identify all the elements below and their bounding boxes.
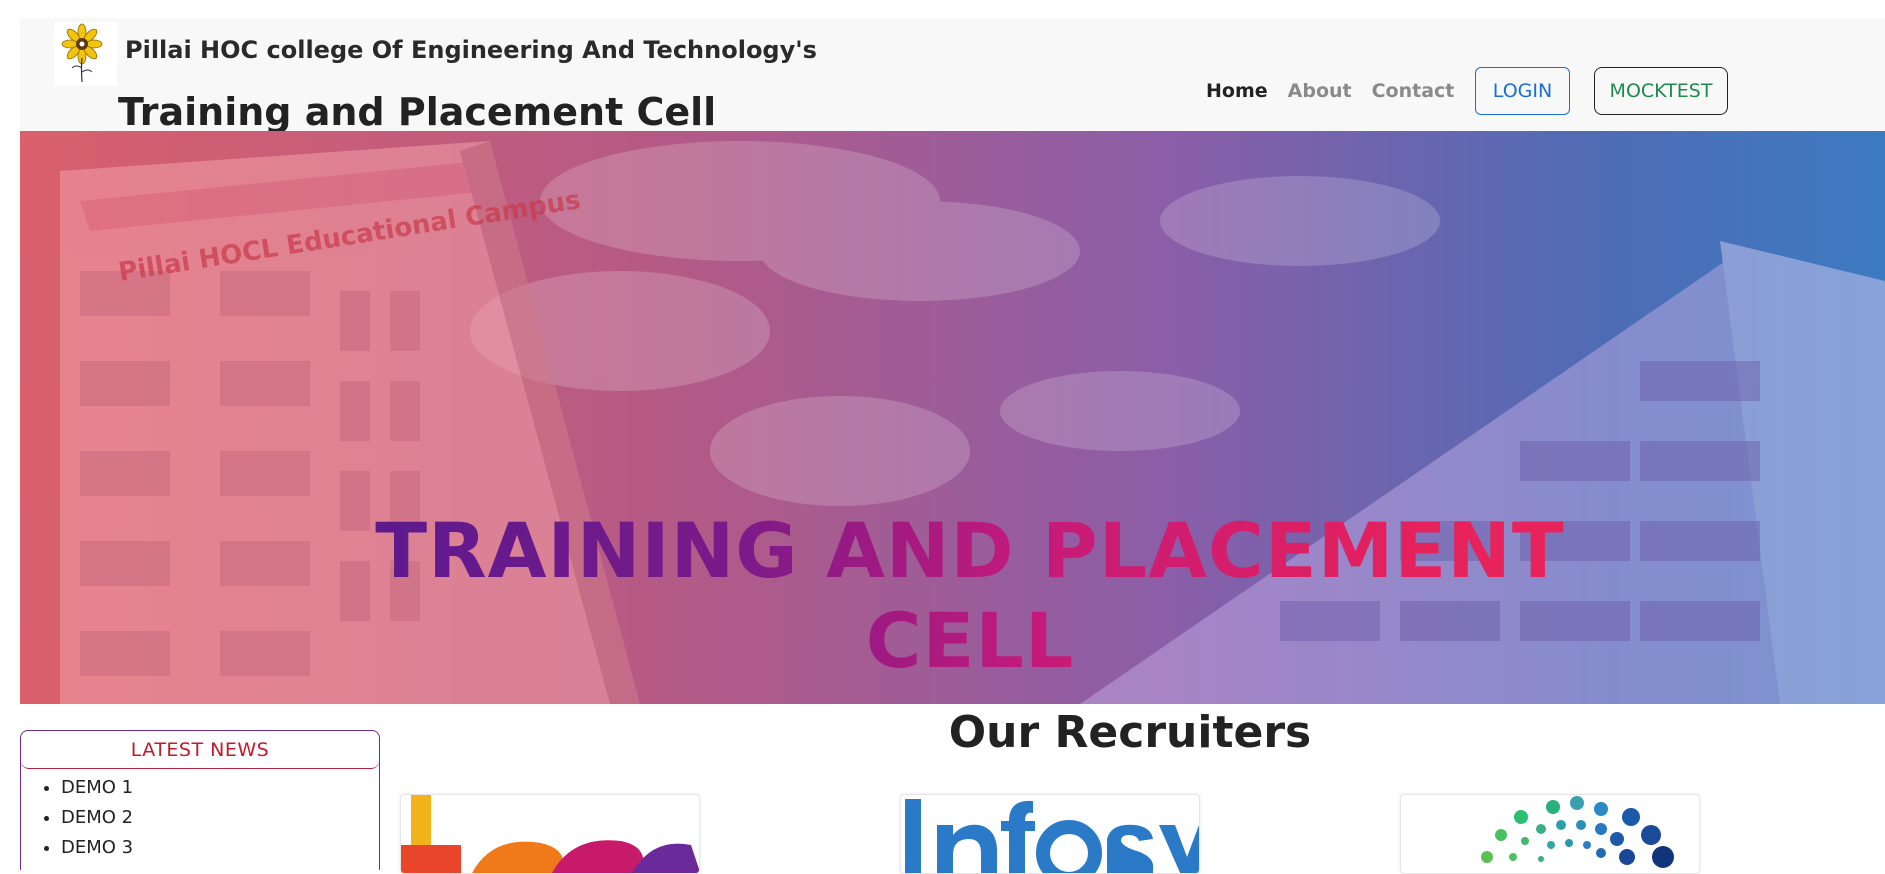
news-list: DEMO 1 DEMO 2 DEMO 3 (21, 773, 379, 863)
recruiters-heading: Our Recruiters (948, 707, 1312, 758)
latest-news-heading: LATEST NEWS (21, 731, 379, 769)
news-item[interactable]: DEMO 1 (61, 773, 379, 803)
recruiter-card-dots[interactable] (1400, 794, 1700, 874)
college-name: Pillai HOC college Of Engineering And Te… (125, 36, 817, 64)
top-navbar: Pillai HOC college Of Engineering And Te… (20, 18, 1885, 134)
nav-link-contact[interactable]: Contact (1372, 80, 1455, 102)
latest-news-panel: LATEST NEWS DEMO 1 DEMO 2 DEMO 3 (20, 730, 380, 870)
nav-links: Home About Contact (1206, 80, 1454, 102)
hero-title: TRAINING AND PLACEMENT CELL (375, 506, 1565, 685)
login-button[interactable]: LOGIN (1475, 67, 1570, 115)
recruiter-card-tcs[interactable] (400, 794, 700, 874)
nav-link-about[interactable]: About (1288, 80, 1352, 102)
nav-link-home[interactable]: Home (1206, 80, 1268, 102)
infosys-logo-icon (905, 799, 1199, 873)
news-item[interactable]: DEMO 3 (61, 833, 379, 863)
sunflower-logo-icon[interactable] (54, 22, 117, 86)
dots-logo-icon (1481, 796, 1674, 868)
tcs-logo-icon (401, 795, 699, 873)
recruiter-card-infosys[interactable] (900, 794, 1200, 874)
site-title[interactable]: Training and Placement Cell (118, 90, 716, 134)
mocktest-button[interactable]: MOCKTEST (1594, 67, 1728, 115)
hero-banner: Pillai HOCL Educational Campus TRAINING … (20, 131, 1885, 704)
news-item[interactable]: DEMO 2 (61, 803, 379, 833)
